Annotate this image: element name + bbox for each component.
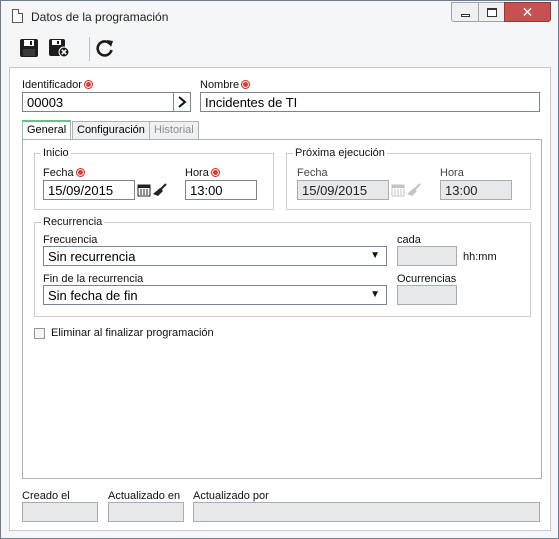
frequency-label: Frecuencia	[43, 234, 98, 246]
broom-icon	[407, 183, 421, 196]
window-title: Datos de la programación	[31, 10, 169, 24]
document-icon	[12, 9, 23, 23]
broom-icon	[153, 183, 167, 196]
clear-date-button[interactable]	[152, 181, 168, 199]
inicio-time-label: Hora	[185, 167, 220, 179]
form-content: Identificador 00003 Nombre Incidentes de…	[9, 67, 551, 531]
calendar-icon	[137, 184, 151, 197]
calendar-icon	[391, 184, 405, 197]
inicio-time-field[interactable]: 13:00	[185, 180, 257, 200]
inicio-date-label-text: Fecha	[43, 167, 74, 179]
minimize-button[interactable]	[451, 2, 479, 22]
inicio-group: Inicio Fecha 15/09/2015 Hora 13:00	[34, 147, 274, 210]
end-recurrence-label: Fin de la recurrencia	[43, 273, 144, 285]
chevron-right-icon	[178, 96, 187, 108]
close-button[interactable]: ✕	[504, 2, 551, 22]
updated-by-label: Actualizado por	[193, 490, 269, 502]
required-icon	[83, 80, 93, 89]
maximize-button[interactable]	[478, 2, 505, 22]
refresh-icon	[96, 40, 113, 57]
created-field	[22, 502, 98, 522]
identifier-field[interactable]: 00003	[22, 92, 174, 112]
maximize-icon	[486, 7, 497, 17]
tab-general[interactable]: General	[22, 120, 72, 140]
occurrences-field	[397, 285, 457, 305]
created-label: Creado el	[22, 490, 70, 502]
calendar-button[interactable]	[136, 181, 152, 199]
dropdown-arrow-icon: ▼	[370, 289, 380, 300]
frequency-selected-value: Sin recurrencia	[48, 249, 136, 264]
delete-on-finish-label: Eliminar al finalizar programación	[51, 327, 214, 339]
proxima-time-label: Hora	[440, 167, 464, 179]
frequency-select[interactable]: Sin recurrencia ▼	[43, 246, 387, 266]
proxima-date-label: Fecha	[297, 167, 328, 179]
end-recurrence-select[interactable]: Sin fecha de fin ▼	[43, 285, 387, 305]
inicio-time-label-text: Hora	[185, 167, 209, 179]
proxima-calendar-button	[390, 181, 406, 199]
updated-on-field	[108, 502, 184, 522]
tab-historial: Historial	[149, 121, 199, 139]
save-button[interactable]	[17, 37, 41, 59]
end-recurrence-selected-value: Sin fecha de fin	[48, 288, 138, 303]
recurrencia-group: Recurrencia Frecuencia Sin recurrencia ▼…	[34, 216, 531, 317]
required-icon	[210, 168, 220, 177]
name-field[interactable]: Incidentes de TI	[200, 92, 540, 112]
name-label-text: Nombre	[200, 79, 240, 91]
required-icon	[241, 80, 251, 89]
toolbar	[1, 31, 558, 65]
proxima-ejecucion-group: Próxima ejecución Fecha 15/09/2015 Hora …	[286, 147, 531, 210]
inicio-group-title: Inicio	[41, 147, 71, 159]
every-field	[397, 246, 457, 266]
name-label: Nombre	[200, 79, 251, 91]
minimize-icon	[460, 13, 470, 17]
proxima-date-field: 15/09/2015	[297, 180, 389, 200]
dropdown-arrow-icon: ▼	[370, 250, 380, 261]
updated-on-label: Actualizado en	[108, 490, 181, 502]
proxima-time-field: 13:00	[440, 180, 512, 200]
every-label: cada	[397, 234, 421, 246]
identifier-next-button[interactable]	[173, 92, 191, 112]
proxima-clear-date-button	[406, 181, 422, 199]
proxima-group-title: Próxima ejecución	[293, 147, 387, 159]
title-bar: Datos de la programación ✕	[1, 1, 558, 31]
save-and-close-button[interactable]	[47, 37, 71, 59]
toolbar-separator	[89, 37, 90, 61]
save-icon	[20, 39, 38, 57]
updated-by-field	[193, 502, 540, 522]
identifier-label-text: Identificador	[22, 79, 82, 91]
every-unit-label: hh:mm	[463, 251, 497, 263]
inicio-date-field[interactable]: 15/09/2015	[43, 180, 135, 200]
general-tab-panel: Inicio Fecha 15/09/2015 Hora 13:00 Próxi…	[22, 139, 542, 479]
tab-configuracion[interactable]: Configuración	[72, 121, 150, 139]
required-icon	[75, 168, 85, 177]
close-icon: ✕	[521, 4, 534, 20]
recurrencia-group-title: Recurrencia	[41, 216, 105, 228]
identifier-label: Identificador	[22, 79, 93, 91]
save-close-icon	[49, 39, 70, 58]
occurrences-label: Ocurrencias	[397, 273, 457, 285]
schedule-data-window: Datos de la programación ✕ Identificador…	[0, 0, 559, 539]
delete-on-finish-checkbox[interactable]	[34, 328, 45, 339]
inicio-date-label: Fecha	[43, 167, 85, 179]
refresh-button[interactable]	[93, 37, 117, 59]
